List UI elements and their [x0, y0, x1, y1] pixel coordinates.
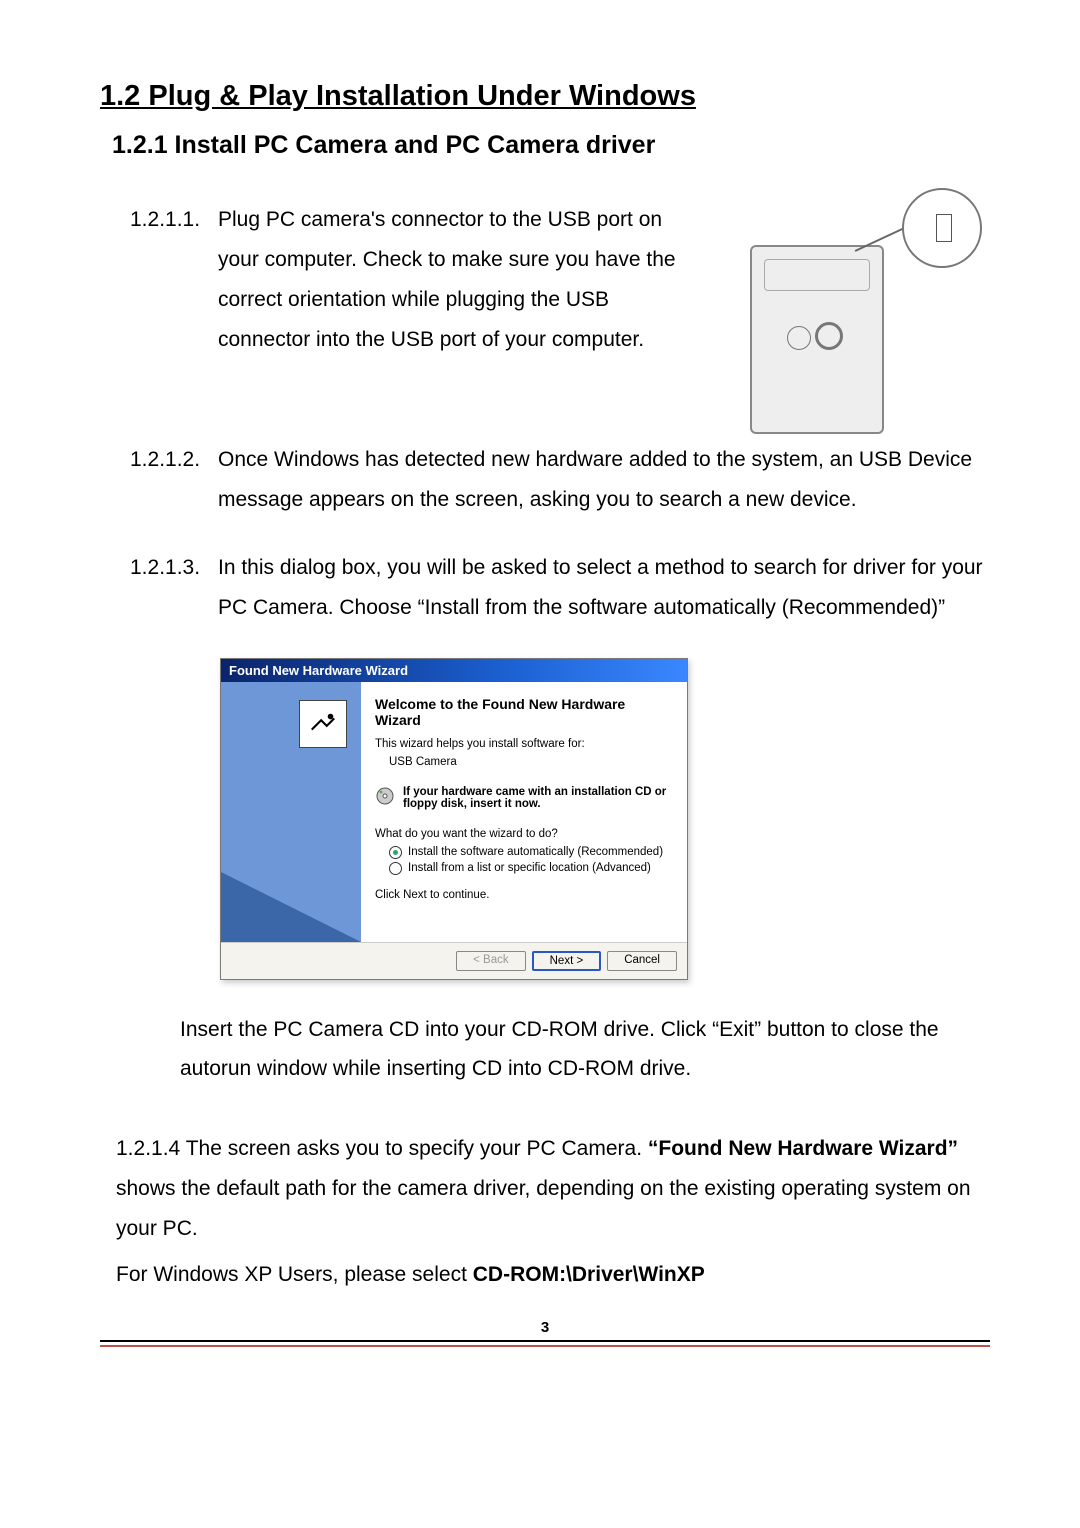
- wizard-question: What do you want the wizard to do?: [375, 828, 671, 840]
- wizard-footer: < Back Next > Cancel: [221, 942, 687, 979]
- step-text: Once Windows has detected new hardware a…: [218, 440, 990, 520]
- step4-cd-path: CD-ROM:\Driver\WinXP: [473, 1263, 705, 1286]
- wizard-back-button[interactable]: < Back: [456, 951, 525, 971]
- section-heading-1-2: 1.2 Plug & Play Installation Under Windo…: [100, 80, 990, 113]
- section-heading-1-2-1: 1.2.1 Install PC Camera and PC Camera dr…: [112, 131, 990, 160]
- footer-rule: [100, 1340, 990, 1347]
- pc-tower-icon: [750, 245, 884, 434]
- wizard-device-name: USB Camera: [389, 756, 671, 768]
- step-1-2-1-2: 1.2.1.2. Once Windows has detected new h…: [130, 440, 990, 520]
- wizard-option-auto[interactable]: Install the software automatically (Reco…: [389, 846, 671, 859]
- step-text: Plug PC camera's connector to the USB po…: [218, 200, 702, 360]
- step-number: 1.2.1.3.: [130, 548, 204, 628]
- wizard-hardware-icon: [299, 700, 347, 748]
- step-number: 1.2.1.4: [116, 1137, 180, 1160]
- pc-usb-illustration: [730, 180, 990, 440]
- wizard-sidebar: [221, 682, 361, 942]
- step4-rest1: shows the default path for the camera dr…: [116, 1177, 971, 1240]
- wizard-cancel-button[interactable]: Cancel: [607, 951, 677, 971]
- step-1-2-1-4: 1.2.1.4 The screen asks you to specify y…: [116, 1129, 990, 1295]
- usb-port-zoom-icon: [902, 188, 982, 268]
- wizard-welcome-title: Welcome to the Found New Hardware Wizard: [375, 696, 671, 728]
- page-number: 3: [100, 1319, 990, 1336]
- step-text: In this dialog box, you will be asked to…: [218, 548, 990, 628]
- insert-cd-note: Insert the PC Camera CD into your CD-ROM…: [180, 1010, 990, 1090]
- step4-bold1: “Found New Hardware Wizard”: [648, 1137, 958, 1160]
- cd-disc-icon: [375, 786, 395, 806]
- step-number: 1.2.1.1.: [130, 200, 204, 360]
- step-1-2-1-1: 1.2.1.1. Plug PC camera's connector to t…: [130, 200, 702, 360]
- step4-lead1: The screen asks you to specify your PC C…: [180, 1137, 648, 1160]
- step-1-2-1-3: 1.2.1.3. In this dialog box, you will be…: [130, 548, 990, 628]
- wizard-click-next-label: Click Next to continue.: [375, 889, 671, 901]
- step-number: 1.2.1.2.: [130, 440, 204, 520]
- wizard-option-auto-label: Install the software automatically (Reco…: [408, 846, 663, 858]
- wizard-option-list[interactable]: Install from a list or specific location…: [389, 862, 671, 875]
- step4-line2a: For Windows XP Users, please select: [116, 1263, 473, 1286]
- found-new-hardware-wizard-dialog: Found New Hardware Wizard Welcome to the…: [220, 658, 688, 980]
- pc-port-icons: [787, 322, 847, 356]
- wizard-option-list-label: Install from a list or specific location…: [408, 862, 651, 874]
- radio-unselected-icon: [389, 862, 402, 875]
- wizard-helps-label: This wizard helps you install software f…: [375, 738, 671, 750]
- wizard-titlebar: Found New Hardware Wizard: [221, 659, 687, 682]
- wizard-next-button[interactable]: Next >: [532, 951, 602, 971]
- radio-selected-icon: [389, 846, 402, 859]
- wizard-cd-hint: If your hardware came with an installati…: [403, 786, 671, 810]
